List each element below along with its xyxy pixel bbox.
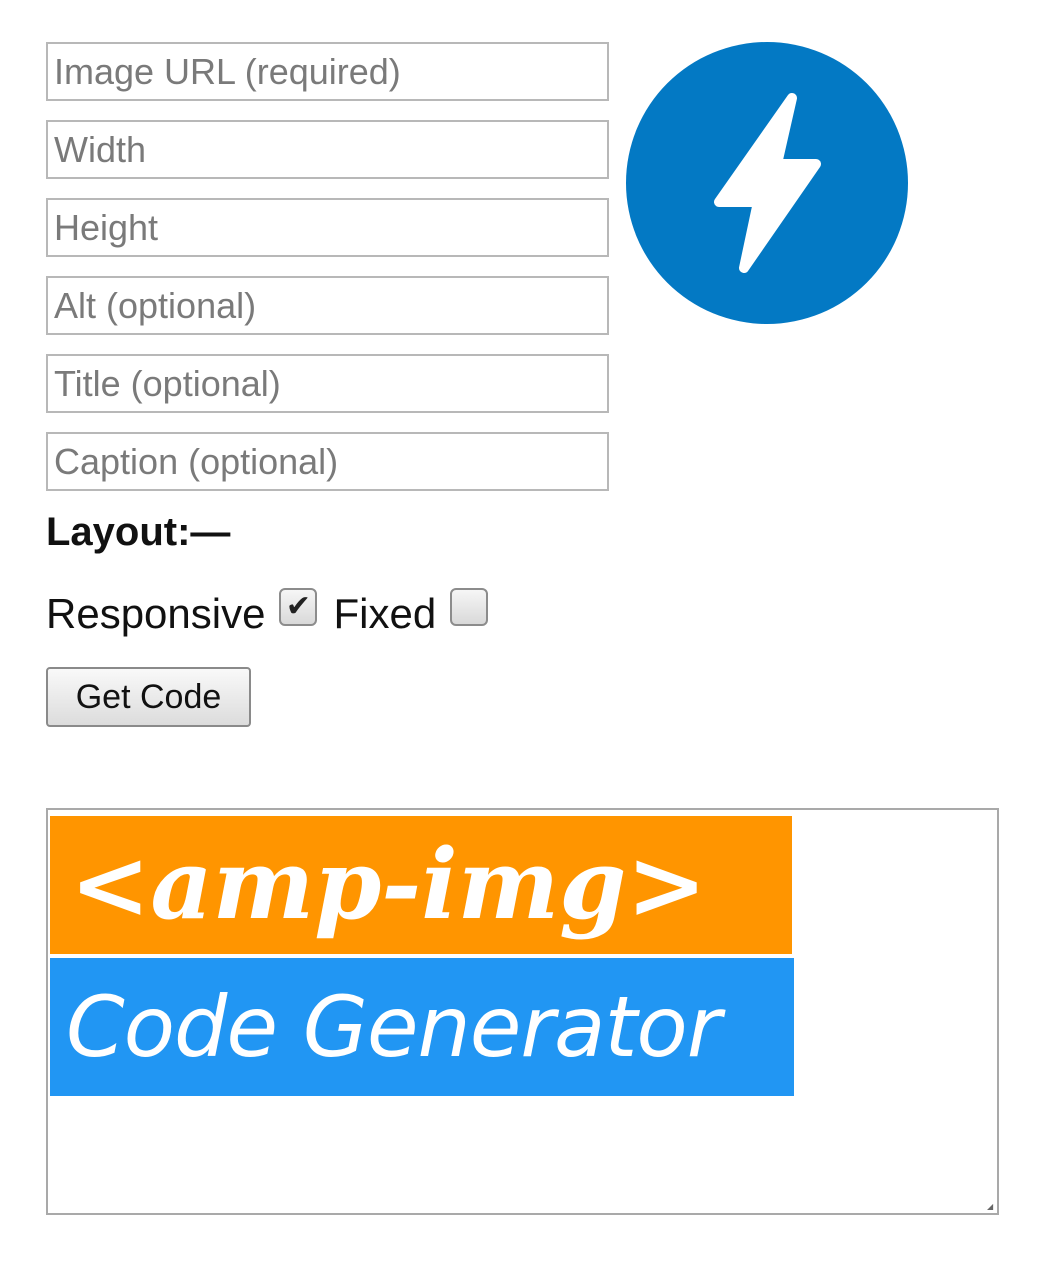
get-code-button[interactable]: Get Code <box>46 667 251 727</box>
amp-lightning-bolt-icon <box>626 42 908 324</box>
amp-img-banner: <amp-img> <box>50 816 792 954</box>
resize-grip-icon[interactable]: ◢ <box>987 1203 993 1211</box>
fixed-checkbox[interactable] <box>450 588 489 626</box>
title-input[interactable] <box>46 354 609 413</box>
fixed-label: Fixed <box>333 590 437 637</box>
responsive-checkbox[interactable]: ✔ <box>279 588 318 626</box>
image-url-input[interactable] <box>46 42 609 101</box>
code-generator-banner: Code Generator <box>50 958 794 1096</box>
responsive-label: Responsive <box>46 590 266 637</box>
layout-options: Responsive ✔ Fixed <box>46 584 504 644</box>
alt-input[interactable] <box>46 276 609 335</box>
caption-input[interactable] <box>46 432 609 491</box>
width-input[interactable] <box>46 120 609 179</box>
height-input[interactable] <box>46 198 609 257</box>
layout-label: Layout:— <box>46 510 231 554</box>
check-mark-icon: ✔ <box>285 590 312 623</box>
code-output-textarea[interactable]: <amp-img> Code Generator ◢ <box>46 808 999 1215</box>
